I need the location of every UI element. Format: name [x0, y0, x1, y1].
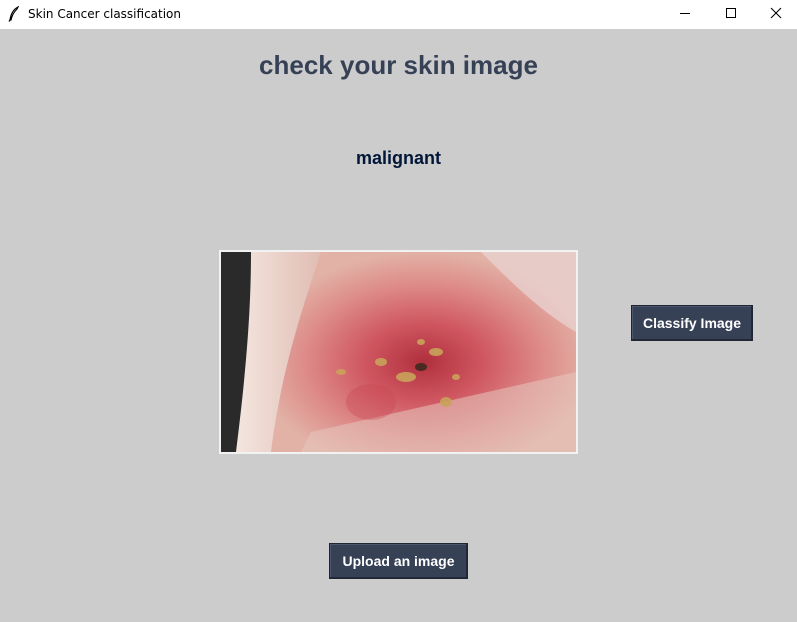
main-panel: check your skin image malignant Classify…	[0, 29, 797, 622]
title-bar[interactable]: Skin Cancer classification	[0, 0, 797, 29]
classification-result: malignant	[355, 148, 441, 168]
close-icon	[770, 6, 782, 24]
skin-image-preview	[219, 250, 578, 454]
app-window: Skin Cancer classification check your sk…	[0, 0, 797, 622]
page-title: check your skin image	[259, 50, 538, 80]
maximize-button[interactable]	[708, 0, 754, 29]
maximize-icon	[725, 6, 737, 24]
close-button[interactable]	[753, 0, 797, 29]
feather-icon	[8, 5, 20, 22]
classify-image-button[interactable]: Classify Image	[631, 305, 753, 341]
upload-image-button[interactable]: Upload an image	[329, 543, 468, 579]
window-title: Skin Cancer classification	[28, 7, 182, 21]
minimize-icon	[679, 6, 691, 24]
minimize-button[interactable]	[662, 0, 708, 29]
